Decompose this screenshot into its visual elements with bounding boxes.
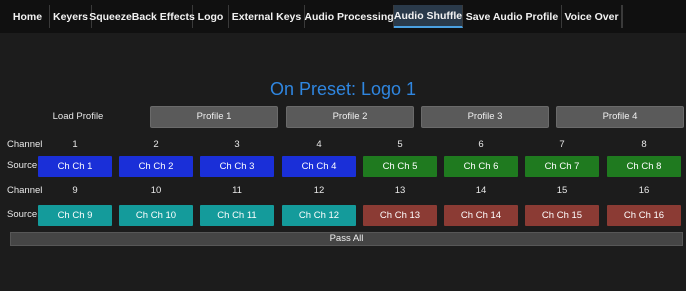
source-row-label: Source — [7, 209, 38, 220]
channel-number: 3 — [234, 139, 240, 150]
channel-number: 9 — [72, 185, 78, 196]
pass-all-button[interactable]: Pass All — [10, 232, 683, 246]
load-profile-label: Load Profile — [52, 111, 104, 122]
channel-number: 5 — [397, 139, 403, 150]
tab-external-keys[interactable]: External Keys — [229, 5, 305, 28]
page-title: On Preset: Logo 1 — [269, 79, 417, 99]
source-row-label: Source — [7, 160, 38, 171]
channel-number: 12 — [313, 185, 325, 196]
source-button-ch12[interactable]: Ch Ch 12 — [282, 205, 356, 226]
profile-3-button[interactable]: Profile 3 — [421, 106, 549, 128]
profile-1-button[interactable]: Profile 1 — [150, 106, 278, 128]
channel-number: 16 — [638, 185, 650, 196]
source-button-ch8[interactable]: Ch Ch 8 — [607, 156, 681, 177]
channel-number: 15 — [556, 185, 568, 196]
channel-number: 10 — [150, 185, 162, 196]
tab-logo[interactable]: Logo — [193, 5, 229, 28]
tab-audio-shuffle[interactable]: Audio Shuffle — [394, 5, 463, 28]
channel-number: 1 — [72, 139, 78, 150]
source-button-ch9[interactable]: Ch Ch 9 — [38, 205, 112, 226]
tab-voice-over[interactable]: Voice Over — [562, 5, 622, 28]
tab-keyers[interactable]: Keyers — [50, 5, 92, 28]
source-button-ch14[interactable]: Ch Ch 14 — [444, 205, 518, 226]
tab-squeezeback-effects[interactable]: SqueezeBack Effects — [89, 5, 195, 28]
source-button-ch13[interactable]: Ch Ch 13 — [363, 205, 437, 226]
tab-home[interactable]: Home — [6, 5, 50, 28]
source-button-ch15[interactable]: Ch Ch 15 — [525, 205, 599, 226]
tab-audio-processing[interactable]: Audio Processing — [304, 5, 394, 28]
channel-number: 11 — [232, 185, 242, 196]
source-button-ch6[interactable]: Ch Ch 6 — [444, 156, 518, 177]
tab-bar: Home Keyers SqueezeBack Effects Logo Ext… — [0, 0, 686, 33]
source-button-ch16[interactable]: Ch Ch 16 — [607, 205, 681, 226]
channel-number: 14 — [475, 185, 487, 196]
source-button-ch5[interactable]: Ch Ch 5 — [363, 156, 437, 177]
channel-number: 2 — [153, 139, 159, 150]
channel-number: 4 — [316, 139, 322, 150]
channel-number: 7 — [559, 139, 565, 150]
channel-number: 6 — [478, 139, 484, 150]
channel-number: 8 — [641, 139, 647, 150]
profile-2-button[interactable]: Profile 2 — [286, 106, 414, 128]
channel-number: 13 — [394, 185, 406, 196]
source-button-ch11[interactable]: Ch Ch 11 — [200, 205, 274, 226]
source-button-ch3[interactable]: Ch Ch 3 — [200, 156, 274, 177]
tab-save-audio-profile[interactable]: Save Audio Profile — [463, 5, 562, 28]
source-button-ch1[interactable]: Ch Ch 1 — [38, 156, 112, 177]
source-button-ch7[interactable]: Ch Ch 7 — [525, 156, 599, 177]
source-button-ch2[interactable]: Ch Ch 2 — [119, 156, 193, 177]
source-button-ch10[interactable]: Ch Ch 10 — [119, 205, 193, 226]
profile-4-button[interactable]: Profile 4 — [556, 106, 684, 128]
tab-bar-spacer — [622, 5, 674, 28]
source-button-ch4[interactable]: Ch Ch 4 — [282, 156, 356, 177]
